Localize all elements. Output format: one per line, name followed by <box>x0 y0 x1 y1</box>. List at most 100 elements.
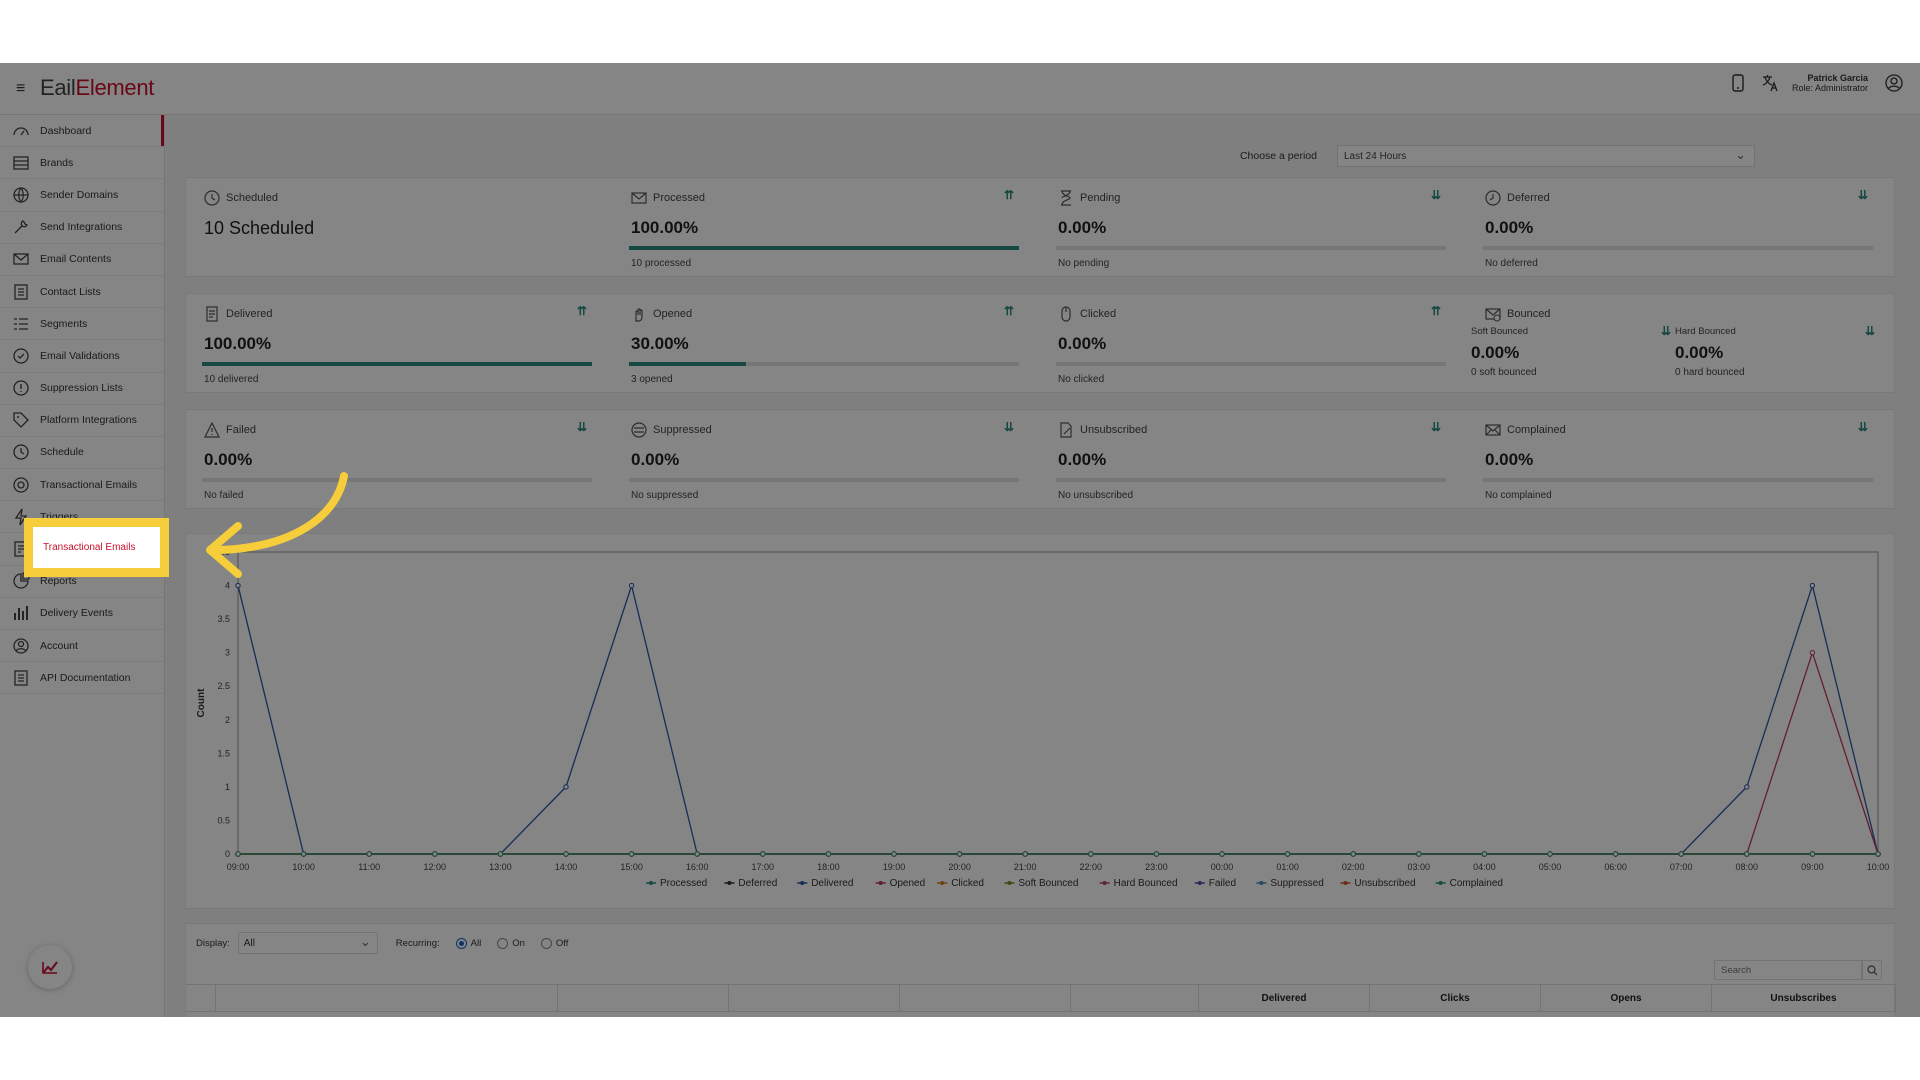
card-delivered: Delivered ⇈ 100.00% 10 delivered <box>186 294 613 394</box>
sidebar-item-label: Contact Lists <box>40 285 101 298</box>
sidebar-item-contact-lists[interactable]: Contact Lists <box>0 276 164 309</box>
x-tick-label: 01:00 <box>1276 862 1299 872</box>
sort-asc-icon[interactable]: ⇊ <box>1661 324 1671 338</box>
sort-desc-icon[interactable]: ⇈ <box>1004 304 1014 318</box>
top-bar: ≡ EailElement Patrick Garcia Role: Admini… <box>0 63 1920 115</box>
card-scheduled: Scheduled 10 Scheduled <box>186 178 613 278</box>
plot-area <box>237 551 1879 855</box>
translate-icon[interactable] <box>1760 73 1780 93</box>
table-header-cell <box>1071 985 1199 1011</box>
sidebar-item-email-contents[interactable]: Email Contents <box>0 244 164 276</box>
callout-transactional-emails[interactable]: Transactional Emails <box>24 518 169 577</box>
radio-all[interactable]: All <box>455 937 481 949</box>
x-tick-label: 03:00 <box>1408 862 1431 872</box>
delivered-icon <box>206 306 218 322</box>
search-icon[interactable] <box>1862 960 1882 980</box>
sort-asc-icon[interactable]: ⇊ <box>577 420 587 434</box>
data-point <box>891 851 897 857</box>
sidebar-item-suppression-lists[interactable]: Suppression Lists <box>0 373 164 405</box>
sidebar-item-brands[interactable]: Brands <box>0 147 164 180</box>
sort-asc-icon[interactable]: ⇊ <box>1865 324 1875 338</box>
feedback-button[interactable] <box>28 945 72 989</box>
user-icon <box>13 637 29 654</box>
hourglass-icon <box>1061 190 1071 206</box>
sidebar-item-dashboard[interactable]: Dashboard <box>0 115 164 148</box>
sidebar-item-label: Email Contents <box>40 253 112 266</box>
table-header-cell[interactable]: Opens <box>1541 985 1712 1011</box>
sidebar-item-transactional-emails[interactable]: Transactional Emails <box>0 469 164 502</box>
app-frame: ≡ EailElement Patrick Garcia Role: Admini… <box>0 63 1920 1017</box>
sidebar-item-api-documentation[interactable]: API Documentation <box>0 662 164 695</box>
card-sub: 10 processed <box>631 258 692 269</box>
card-clicked: Clicked ⇈ 0.00% No clicked <box>1040 294 1467 394</box>
user-info[interactable]: Patrick Garcia Role: Administrator <box>1792 73 1868 93</box>
progress-bar <box>1483 246 1873 250</box>
app-logo[interactable]: EailElement <box>40 75 154 101</box>
sort-asc-icon[interactable]: ⇊ <box>1431 420 1441 434</box>
card-value: 0.00% <box>1058 450 1107 469</box>
data-point <box>1153 851 1160 857</box>
sort-desc-icon[interactable]: ⇈ <box>1431 304 1441 318</box>
data-point <box>760 851 766 857</box>
x-tick-label: 05:00 <box>1539 862 1562 872</box>
unsubscribe-icon <box>1060 422 1072 438</box>
data-point <box>1284 851 1291 857</box>
mobile-icon[interactable] <box>1728 73 1748 93</box>
sidebar-item-account[interactable]: Account <box>0 630 164 663</box>
x-tick-label: 10:00 <box>292 862 315 872</box>
check-circle-icon <box>13 348 29 364</box>
stats-row-1: Scheduled 10 Scheduled Processed ⇈ 100.0… <box>185 177 1895 277</box>
user-avatar-icon[interactable] <box>1884 73 1904 93</box>
sort-desc-icon[interactable]: ⇈ <box>1004 188 1014 202</box>
sidebar-item-label: API Documentation <box>40 671 131 684</box>
sort-asc-icon[interactable]: ⇊ <box>1858 188 1868 202</box>
data-point <box>1481 851 1488 857</box>
hand-icon <box>635 308 643 322</box>
card-bounced: Bounced Soft Bounced ⇊ 0.00% 0 soft boun… <box>1467 294 1894 394</box>
card-title: Bounced <box>1507 308 1551 320</box>
table-header-cell[interactable]: Delivered <box>1199 985 1370 1011</box>
sidebar-item-sender-domains[interactable]: Sender Domains <box>0 179 164 212</box>
search-input[interactable] <box>1714 960 1862 980</box>
line-chart: 00.511.522.533.544.509:00 10:00 11:00 12:00… <box>196 547 1889 889</box>
sort-desc-icon[interactable]: ⇈ <box>577 304 587 318</box>
legend-label: Failed <box>1209 878 1236 889</box>
soft-bounced-label: Soft Bounced <box>1471 326 1529 337</box>
card-value: 100.00% <box>204 334 272 353</box>
wrench-icon <box>14 220 28 234</box>
sort-asc-icon[interactable]: ⇊ <box>1858 420 1868 434</box>
sidebar-item-delivery-events[interactable]: Delivery Events <box>0 598 164 630</box>
display-label: Display: <box>196 937 230 949</box>
x-tick-label: 17:00 <box>752 862 775 872</box>
data-point <box>563 851 569 857</box>
data-point <box>1350 851 1356 857</box>
hamburger-icon[interactable]: ≡ <box>16 80 25 98</box>
list-icon <box>14 283 28 300</box>
sidebar-item-schedule[interactable]: Schedule <box>0 437 164 470</box>
data-point <box>235 851 241 857</box>
radio-on[interactable]: On <box>497 937 525 949</box>
card-value: 0.00% <box>1058 334 1107 353</box>
sidebar-item-email-validations[interactable]: Email Validations <box>0 340 164 373</box>
sidebar-item-label: Dashboard <box>40 124 92 137</box>
y-tick-label: 2 <box>225 715 230 725</box>
x-tick-label: 19:00 <box>883 862 906 872</box>
display-select[interactable]: All <box>237 932 378 954</box>
segments-icon <box>14 318 28 330</box>
table-header-cell[interactable]: Clicks <box>1370 985 1541 1011</box>
sort-asc-icon[interactable]: ⇊ <box>1431 188 1441 202</box>
legend-label: Deferred <box>738 878 777 889</box>
radio-off[interactable]: Off <box>540 937 568 949</box>
sidebar-item-platform-integrations[interactable]: Platform Integrations <box>0 405 164 437</box>
suppress-icon <box>631 422 647 438</box>
sort-asc-icon[interactable]: ⇊ <box>1004 420 1014 434</box>
data-point <box>1678 851 1684 857</box>
table-header-cell[interactable]: Unsubscribes <box>1712 985 1896 1011</box>
sidebar-item-segments[interactable]: Segments <box>0 308 164 341</box>
sidebar-item-send-integrations[interactable]: Send Integrations <box>0 212 164 244</box>
x-tick-label: 21:00 <box>1014 862 1037 872</box>
period-select[interactable]: Last 24 Hours <box>1337 145 1755 167</box>
card-sub: No clicked <box>1058 374 1105 385</box>
card-sub: No complained <box>1485 490 1552 501</box>
progress-bar <box>629 246 1019 250</box>
